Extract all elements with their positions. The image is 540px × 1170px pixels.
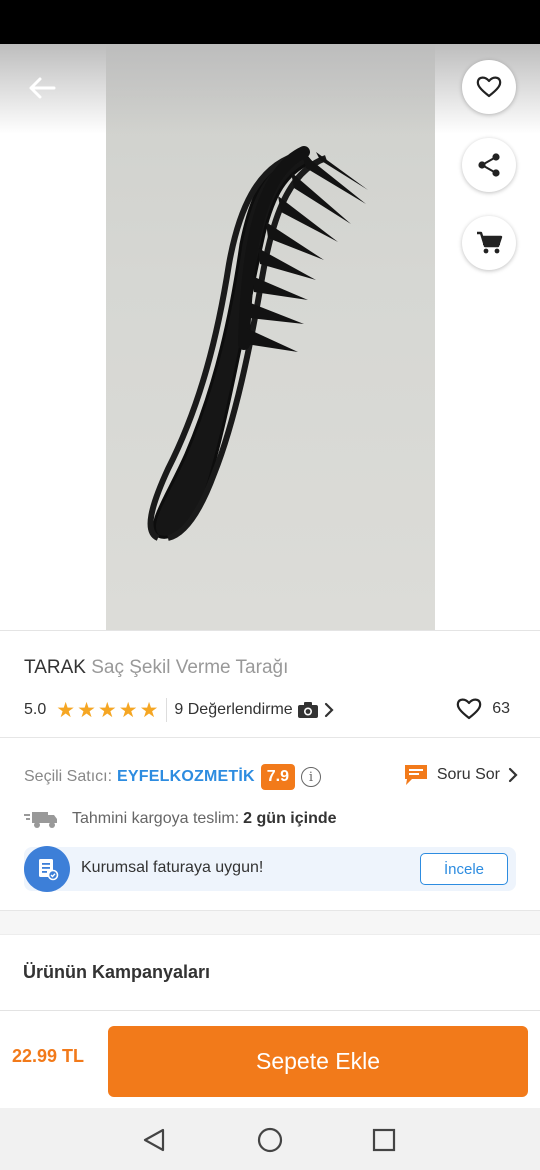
- favorite-button[interactable]: [462, 60, 516, 114]
- favorite-count-button[interactable]: 63: [456, 697, 510, 721]
- nav-back-button[interactable]: [140, 1126, 168, 1154]
- product-title: TARAK Saç Şekil Verme Tarağı: [24, 657, 288, 679]
- chat-bubble-icon: [404, 765, 427, 785]
- square-recents-icon: [372, 1128, 396, 1152]
- section-divider: [0, 737, 540, 738]
- circle-home-icon: [257, 1127, 283, 1153]
- campaigns-title: Ürünün Kampanyaları: [23, 962, 211, 982]
- star-icon: ★: [56, 698, 76, 722]
- star-icon: ★: [139, 698, 159, 722]
- heart-outline-icon: [456, 698, 482, 720]
- product-info: TARAK Saç Şekil Verme Tarağı 5.0 ★ ★ ★ ★…: [0, 630, 540, 892]
- star-icon: ★: [97, 698, 117, 722]
- seller-row: Seçili Satıcı: EYFELKOZMETİK 7.9 i Soru …: [24, 763, 518, 791]
- corporate-invoice-label: Kurumsal faturaya uygun!: [81, 859, 264, 876]
- status-bar: [0, 0, 540, 44]
- header-shade: [0, 44, 540, 134]
- rating-divider: [166, 698, 168, 722]
- delivery-truck-icon: [24, 812, 57, 828]
- back-button[interactable]: [22, 70, 62, 106]
- info-icon[interactable]: i: [301, 767, 321, 787]
- ask-question-label: Soru Sor: [436, 766, 500, 783]
- favorite-count: 63: [492, 700, 510, 717]
- nav-home-button[interactable]: [256, 1126, 284, 1154]
- seller-label: Seçili Satıcı:: [24, 768, 113, 785]
- reviews-link[interactable]: 9 Değerlendirme: [174, 701, 334, 719]
- arrow-left-icon: [29, 77, 56, 99]
- share-button[interactable]: [462, 138, 516, 192]
- star-icon: ★: [77, 698, 96, 722]
- seller-score-badge: 7.9: [260, 764, 295, 790]
- delivery-value: 2 gün içinde: [243, 810, 337, 827]
- system-navigation-bar: [0, 1108, 540, 1170]
- shopping-cart-icon: [477, 231, 503, 254]
- share-icon: [478, 153, 500, 177]
- rating-score: 5.0: [24, 701, 47, 718]
- delivery-label: Tahmini kargoya teslim:: [72, 810, 240, 827]
- chevron-right-icon: [324, 702, 334, 718]
- invoice-icon: [24, 846, 70, 892]
- camera-icon: [297, 702, 318, 718]
- purchase-bar: 22.99 TL Sepete Ekle: [0, 1010, 540, 1108]
- inspect-button[interactable]: İncele: [420, 853, 508, 885]
- cart-button[interactable]: [462, 216, 516, 270]
- ask-question-button[interactable]: Soru Sor: [403, 763, 518, 787]
- nav-recents-button[interactable]: [370, 1126, 398, 1154]
- triangle-back-icon: [143, 1128, 165, 1152]
- reviews-label: 9 Değerlendirme: [174, 701, 293, 718]
- product-image-gallery[interactable]: [0, 44, 540, 630]
- add-to-cart-button[interactable]: Sepete Ekle: [108, 1026, 528, 1097]
- campaigns-section[interactable]: Ürünün Kampanyaları: [0, 934, 540, 1010]
- product-price: 22.99 TL: [12, 1046, 85, 1066]
- product-name: Saç Şekil Verme Tarağı: [91, 657, 289, 678]
- rating-row: 5.0 ★ ★ ★ ★ ★ 9 Değerlendirme 63: [24, 697, 516, 723]
- delivery-row: Tahmini kargoya teslim: 2 gün içinde: [24, 807, 337, 831]
- product-brand[interactable]: TARAK: [24, 657, 86, 678]
- star-icon: ★: [118, 698, 138, 722]
- heart-outline-icon: [476, 76, 502, 98]
- corporate-invoice-banner: Kurumsal faturaya uygun! İncele: [24, 846, 516, 892]
- rating-stars: ★ ★ ★ ★ ★: [56, 700, 158, 721]
- section-spacer: [0, 910, 540, 934]
- seller-name-link[interactable]: EYFELKOZMETİK: [117, 768, 255, 786]
- chevron-right-icon: [508, 767, 518, 783]
